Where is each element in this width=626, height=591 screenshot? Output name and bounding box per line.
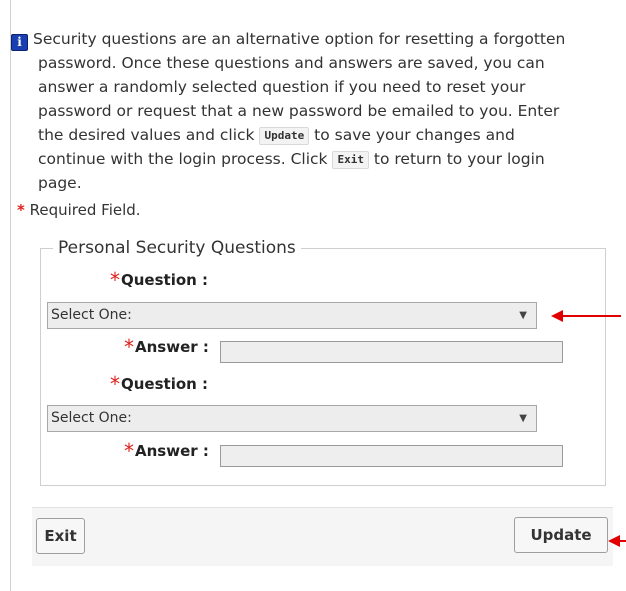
required-field-text: Required Field.	[24, 201, 141, 219]
answer-2-input[interactable]	[220, 445, 563, 467]
info-text-5b: to save your changes and	[309, 126, 515, 144]
question-1-select[interactable]: Select One: ▼	[47, 302, 537, 329]
answer-1-input[interactable]	[220, 341, 563, 363]
info-line-6: continue with the login process. Click E…	[38, 147, 618, 171]
answer-1-label-text: Answer :	[135, 338, 209, 356]
info-line-1: i Security questions are an alternative o…	[11, 27, 618, 51]
required-star: *	[17, 201, 25, 219]
annotation-arrow-2-line	[618, 540, 626, 542]
info-text-3: answer a randomly selected question if y…	[38, 78, 526, 96]
info-text-1: Security questions are an alternative op…	[33, 30, 566, 48]
info-line-3: answer a randomly selected question if y…	[38, 75, 618, 99]
info-line-7: page.	[38, 171, 618, 195]
update-keyword: Update	[259, 127, 310, 145]
info-line-5: the desired values and click Update to s…	[38, 123, 618, 147]
dropdown-caret-icon: ▼	[519, 310, 527, 321]
left-border	[10, 0, 11, 591]
question-2-label: *Question :	[110, 374, 208, 394]
question-1-label: *Question :	[110, 270, 208, 290]
info-line-2: password. Once these questions and answe…	[38, 51, 618, 75]
fieldset-legend: Personal Security Questions	[53, 237, 301, 259]
question-2-required-star: *	[110, 372, 120, 396]
info-line-4: password or request that a new password …	[38, 99, 618, 123]
info-text-7: page.	[38, 174, 82, 192]
answer-2-required-star: *	[124, 439, 134, 463]
answer-2-label: *Answer :	[124, 441, 209, 461]
question-1-label-text: Question :	[121, 271, 209, 289]
dropdown-caret-icon: ▼	[519, 413, 527, 424]
info-message: i Security questions are an alternative o…	[11, 27, 618, 195]
info-text-5a: the desired values and click	[38, 126, 260, 144]
exit-keyword: Exit	[332, 151, 369, 169]
required-field-note: * Required Field.	[17, 200, 141, 220]
exit-button[interactable]: Exit	[36, 518, 85, 554]
answer-1-required-star: *	[124, 335, 134, 359]
info-text-2: password. Once these questions and answe…	[38, 54, 545, 72]
answer-2-label-text: Answer :	[135, 442, 209, 460]
question-1-required-star: *	[110, 268, 120, 292]
security-questions-page: i Security questions are an alternative o…	[0, 0, 626, 591]
question-2-select[interactable]: Select One: ▼	[47, 405, 537, 432]
info-text-6b: to return to your login	[368, 150, 545, 168]
question-2-label-text: Question :	[121, 375, 209, 393]
info-text-6a: continue with the login process. Click	[38, 150, 333, 168]
question-1-selected-value: Select One:	[51, 307, 132, 323]
info-text-4: password or request that a new password …	[38, 102, 560, 120]
annotation-arrow-1-line	[561, 315, 621, 317]
info-icon: i	[11, 34, 28, 51]
answer-1-label: *Answer :	[124, 337, 209, 357]
update-button[interactable]: Update	[514, 517, 608, 553]
question-2-selected-value: Select One:	[51, 410, 132, 426]
